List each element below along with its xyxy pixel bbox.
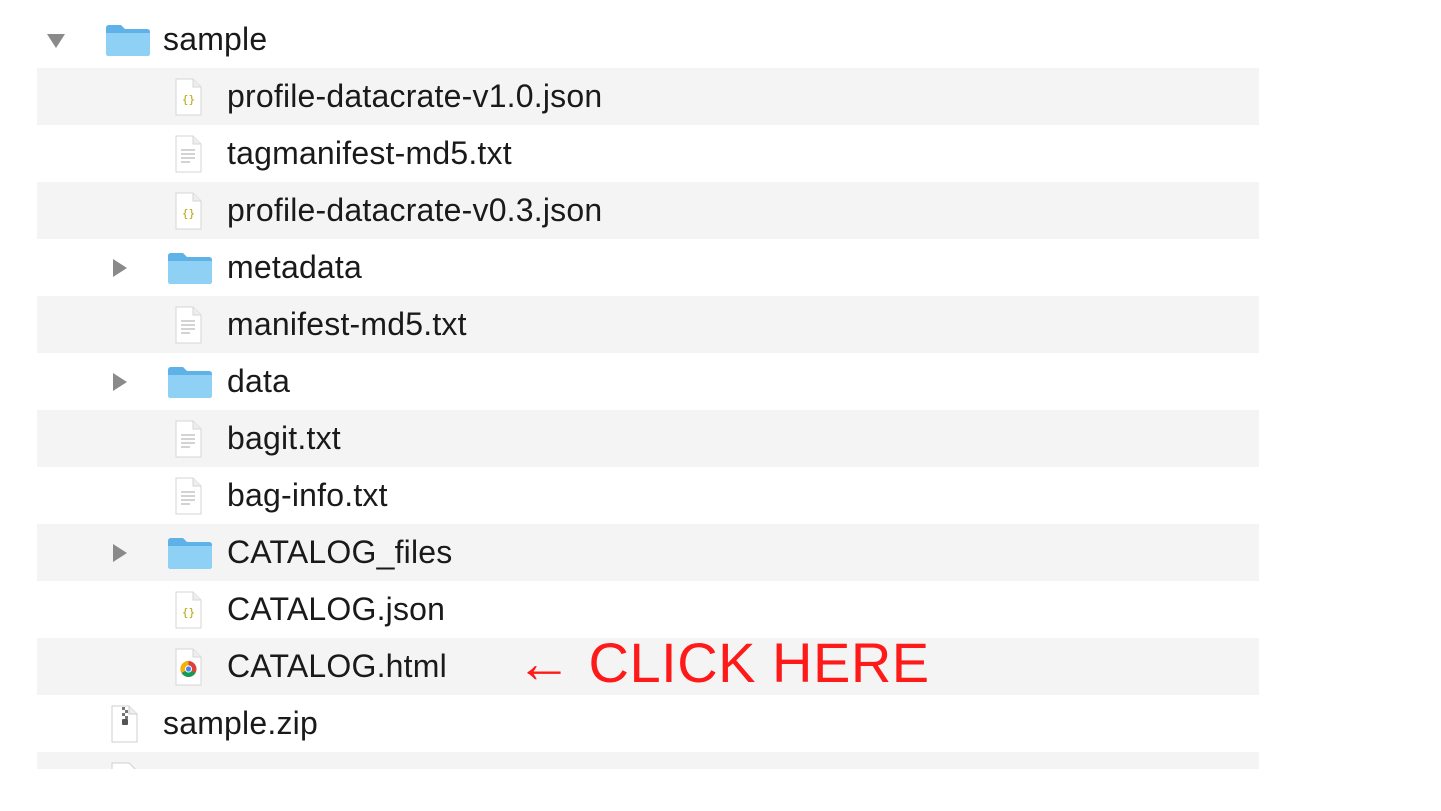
item-name: metadata	[227, 249, 363, 285]
folder-icon	[168, 367, 212, 398]
svg-text:{}: {}	[182, 93, 195, 106]
list-item-manifest-md5[interactable]: manifest-md5.txt	[37, 296, 1259, 353]
disclosure-triangle-collapsed-icon[interactable]	[113, 373, 127, 391]
svg-text:{}: {}	[182, 606, 195, 619]
item-name: CATALOG.html	[227, 648, 447, 684]
text-file-icon	[175, 306, 202, 344]
list-item-bag-info[interactable]: bag-info.txt	[37, 467, 1259, 524]
list-item-profile-datacrate-v1-0[interactable]: {} profile-datacrate-v1.0.json	[37, 68, 1259, 125]
item-name: CATALOG_files	[227, 534, 453, 570]
svg-text:{}: {}	[182, 207, 195, 220]
item-name: sample.zip	[163, 705, 318, 741]
item-name: CATALOG.json	[227, 591, 446, 627]
item-name: bagit.txt	[227, 420, 341, 456]
list-item-sample-zip[interactable]: sample.zip	[37, 695, 1259, 752]
item-name: profile-datacrate-v0.3.json	[227, 192, 603, 228]
list-item-profile-datacrate-v0-3[interactable]: {} profile-datacrate-v0.3.json	[37, 182, 1259, 239]
json-file-icon: {}	[175, 192, 202, 230]
text-file-icon	[175, 477, 202, 515]
item-name: manifest-md5.txt	[227, 306, 467, 342]
text-file-icon	[175, 420, 202, 458]
disclosure-triangle-collapsed-icon[interactable]	[113, 259, 127, 277]
list-item-catalog-files[interactable]: CATALOG_files	[37, 524, 1259, 581]
folder-icon	[168, 538, 212, 569]
list-item-metadata[interactable]: metadata	[37, 239, 1259, 296]
chrome-html-icon	[175, 648, 202, 686]
json-file-icon: {}	[175, 591, 202, 629]
folder-icon	[168, 253, 212, 284]
folder-icon	[106, 25, 150, 56]
list-item-partial[interactable]	[37, 752, 1259, 769]
item-name: profile-datacrate-v1.0.json	[227, 78, 603, 114]
disclosure-triangle-expanded-icon[interactable]	[47, 34, 65, 48]
finder-window: sample {} profile-datacrate-v1.0.json ta…	[0, 0, 1441, 811]
item-name: sample	[163, 21, 268, 57]
list-item-bagit[interactable]: bagit.txt	[37, 410, 1259, 467]
click-here-annotation: ← CLICK HERE	[516, 631, 930, 694]
list-item-catalog-json[interactable]: {} CATALOG.json	[37, 581, 1259, 638]
item-name: tagmanifest-md5.txt	[227, 135, 512, 171]
file-icon	[111, 762, 136, 769]
list-item-data[interactable]: data	[37, 353, 1259, 410]
list-item-tagmanifest-md5[interactable]: tagmanifest-md5.txt	[37, 125, 1259, 182]
zip-file-icon	[111, 705, 138, 743]
item-name: data	[227, 363, 291, 399]
json-file-icon: {}	[175, 78, 202, 116]
item-name: bag-info.txt	[227, 477, 388, 513]
text-file-icon	[175, 135, 202, 173]
disclosure-triangle-collapsed-icon[interactable]	[113, 544, 127, 562]
list-item-sample[interactable]: sample	[37, 11, 1259, 68]
